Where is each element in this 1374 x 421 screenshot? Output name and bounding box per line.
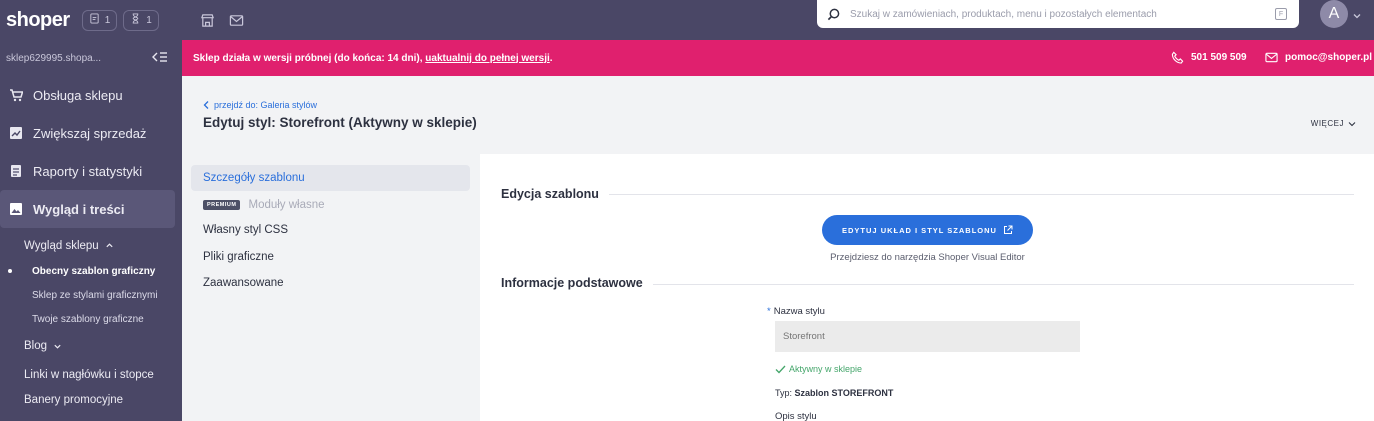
sidebar-item-increase-sales[interactable]: Zwiększaj sprzedaż	[0, 114, 182, 152]
search-shortcut-badge: F	[1275, 8, 1287, 20]
tab-graphic-files[interactable]: Pliki graficzne	[191, 244, 470, 270]
pending-count: 1	[146, 14, 152, 26]
breadcrumb[interactable]: przejdź do: Galeria stylów	[203, 100, 317, 110]
top-bar: shoper 1 1 F A	[0, 0, 1374, 40]
submenu-store-appearance[interactable]: Wygląd sklepu	[0, 232, 182, 259]
hourglass-icon	[130, 13, 141, 27]
section-divider	[640, 284, 1354, 285]
sidebar-item-header-footer-links[interactable]: Linki w nagłówku i stopce	[0, 361, 182, 389]
trial-banner: Sklep działa w wersji próbnej (do końca:…	[182, 40, 1374, 76]
phone-icon	[1171, 51, 1184, 64]
shop-switcher[interactable]: sklep629995.shopa...	[0, 40, 182, 76]
sidebar-subitem-current-template[interactable]: Obecny szablon graficzny	[0, 259, 182, 283]
page-title: Edytuj styl: Storefront (Aktywny w sklep…	[203, 115, 477, 130]
active-dot	[8, 269, 12, 273]
tab-label: Pliki graficzne	[203, 251, 274, 263]
trial-message-suffix: .	[549, 52, 553, 64]
premium-badge: PREMIUM	[203, 200, 241, 210]
avatar[interactable]: A	[1320, 0, 1348, 28]
status-text: Aktywny w sklepie	[789, 364, 863, 374]
more-label: WIĘCEJ	[1310, 119, 1344, 128]
links-label: Linki w nagłówku i stopce	[24, 369, 154, 381]
orders-chip[interactable]: 1	[81, 9, 118, 31]
tab-label: Szczegóły szablonu	[203, 172, 305, 184]
report-icon	[9, 164, 23, 178]
type-prefix: Typ:	[775, 388, 793, 398]
shoper-logo[interactable]: shoper	[6, 9, 70, 32]
submenu-title: Wygląd sklepu	[24, 239, 99, 252]
style-name-label-text: Nazwa stylu	[773, 306, 825, 317]
phone-contact[interactable]: 501 509 509	[1171, 51, 1247, 64]
cart-icon	[9, 88, 23, 102]
envelope-icon	[1265, 51, 1278, 64]
main-content: Edycja szablonu EDYTUJ UKŁAD I STYL SZAB…	[480, 154, 1374, 421]
type-value: Szablon STOREFRONT	[794, 388, 894, 398]
collapse-menu-icon[interactable]	[152, 51, 168, 66]
tab-label: Własny styl CSS	[203, 224, 288, 236]
sidebar-subitem-style-store[interactable]: Sklep ze stylami graficznymi	[0, 283, 182, 307]
sidebar-item-store-service[interactable]: Obsługa sklepu	[0, 76, 182, 114]
subitem-label: Sklep ze stylami graficznymi	[32, 289, 158, 301]
phone-number: 501 509 509	[1191, 52, 1247, 63]
template-type: Typ: Szablon STOREFRONT	[775, 388, 893, 398]
chevron-down-icon[interactable]	[1352, 8, 1362, 26]
sidebar: sklep629995.shopa... Obsługa sklepu Zwię…	[0, 40, 182, 421]
chevron-up-icon	[105, 241, 114, 250]
template-tabs: Szczegóły szablonu PREMIUM Moduły własne…	[182, 154, 480, 421]
chart-icon	[9, 126, 23, 140]
style-name-input[interactable]	[775, 321, 1080, 352]
checkmark-icon	[775, 365, 786, 374]
upgrade-link[interactable]: uaktualnij do pełnej wersji	[425, 53, 549, 64]
chevron-down-icon	[1348, 120, 1356, 128]
style-description-label: Opis stylu	[775, 411, 817, 421]
search-icon	[827, 8, 840, 21]
subitem-label: Obecny szablon graficzny	[32, 265, 156, 277]
tab-template-details[interactable]: Szczegóły szablonu	[191, 165, 470, 191]
more-menu-button[interactable]: WIĘCEJ	[1311, 119, 1356, 128]
breadcrumb-label: przejdź do: Galeria stylów	[214, 100, 318, 110]
email-contact[interactable]: pomoc@shoper.pl	[1265, 51, 1372, 64]
subitem-label: Twoje szablony graficzne	[32, 313, 144, 325]
chevron-down-icon	[53, 342, 62, 351]
trial-message: Sklep działa w wersji próbnej (do końca:…	[193, 52, 423, 64]
pending-chip[interactable]: 1	[123, 9, 159, 31]
chevron-left-icon	[203, 101, 210, 109]
section-title-basic-info: Informacje podstawowe	[501, 276, 653, 290]
required-marker: *	[767, 306, 771, 317]
sidebar-item-label: Zwiększaj sprzedaż	[33, 125, 147, 141]
sidebar-item-label: Wygląd i treści	[33, 201, 125, 217]
edit-button-hint: Przejdziesz do narzędzia Shoper Visual E…	[830, 252, 1025, 263]
banners-label: Banery promocyjne	[24, 394, 124, 406]
shop-name: sklep629995.shopa...	[6, 52, 102, 64]
section-title-template-edit: Edycja szablonu	[501, 187, 609, 201]
document-icon	[89, 13, 100, 27]
sidebar-item-reports[interactable]: Raporty i statystyki	[0, 152, 182, 190]
sidebar-subitem-your-templates[interactable]: Twoje szablony graficzne	[0, 307, 182, 331]
tab-label: Moduły własne	[248, 199, 325, 211]
search-input[interactable]	[850, 8, 1270, 20]
global-search[interactable]: F	[817, 0, 1299, 28]
orders-count: 1	[104, 14, 111, 26]
tab-custom-modules[interactable]: PREMIUM Moduły własne	[191, 192, 470, 218]
blog-label: Blog	[24, 340, 48, 352]
image-icon	[9, 202, 23, 216]
sidebar-item-promo-banners[interactable]: Banery promocyjne	[0, 389, 182, 411]
store-icon[interactable]	[200, 13, 215, 28]
style-name-label: * Nazwa stylu	[767, 306, 825, 317]
tab-custom-css[interactable]: Własny styl CSS	[191, 217, 470, 243]
sidebar-item-blog[interactable]: Blog	[0, 331, 182, 361]
sidebar-item-label: Raporty i statystyki	[33, 163, 143, 179]
edit-button-label: EDYTUJ UKŁAD I STYL SZABLONU	[842, 225, 997, 235]
mail-icon[interactable]	[229, 13, 244, 28]
tab-advanced[interactable]: Zaawansowane	[191, 270, 470, 296]
active-status: Aktywny w sklepie	[775, 364, 862, 374]
section-divider	[600, 194, 1354, 195]
sidebar-item-appearance[interactable]: Wygląd i treści	[0, 190, 175, 228]
tab-label: Zaawansowane	[203, 277, 284, 289]
email-address: pomoc@shoper.pl	[1285, 52, 1372, 63]
edit-template-button[interactable]: EDYTUJ UKŁAD I STYL SZABLONU	[822, 215, 1033, 245]
page-header: przejdź do: Galeria stylów Edytuj styl: …	[182, 76, 1374, 154]
external-link-icon	[1003, 225, 1013, 235]
sidebar-item-label: Obsługa sklepu	[33, 87, 123, 103]
